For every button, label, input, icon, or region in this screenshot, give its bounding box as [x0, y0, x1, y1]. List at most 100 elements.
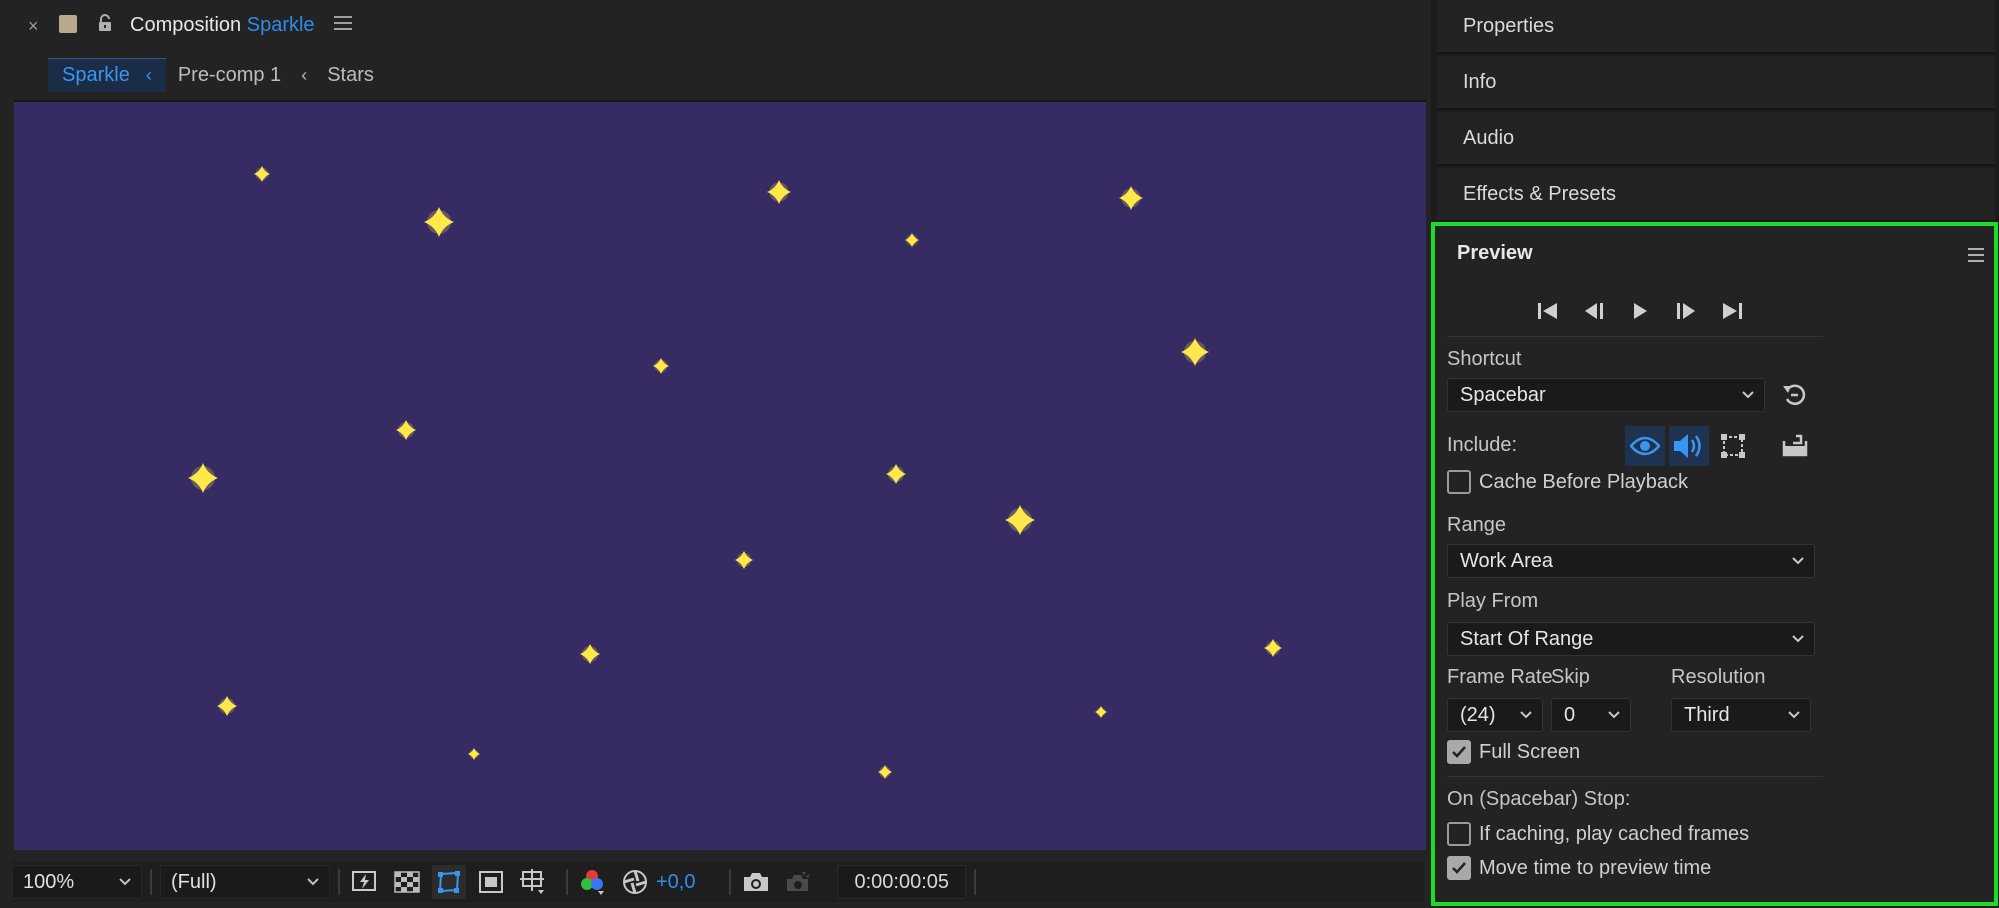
range-dropdown[interactable]: Work Area [1447, 544, 1815, 578]
show-snapshot-icon[interactable] [781, 865, 815, 899]
region-of-interest-icon[interactable] [474, 865, 508, 899]
play-from-label: Play From [1447, 590, 1539, 612]
toolbar-divider [729, 869, 732, 895]
star-sparkle [653, 358, 669, 374]
frame-rate-dropdown[interactable]: (24) [1447, 698, 1543, 732]
play-from-value: Start Of Range [1460, 627, 1594, 650]
skip-dropdown[interactable]: 0 [1551, 698, 1631, 732]
composition-panel: × Composition Sparkle Sparkle ‹ Pre-comp… [0, 0, 1431, 908]
cache-before-playback-checkbox[interactable]: Cache Before Playback [1447, 470, 1688, 494]
chevron-down-icon [1608, 711, 1620, 719]
composition-panel-header: × Composition Sparkle [0, 0, 1431, 52]
composition-title-name: Sparkle [246, 14, 315, 36]
checkbox-box[interactable] [1447, 856, 1471, 880]
full-screen-checkbox[interactable]: Full Screen [1447, 740, 1580, 764]
breadcrumb-label: Pre-comp 1 [177, 63, 282, 86]
chevron-left-icon: ‹ [145, 65, 152, 85]
lock-icon[interactable] [96, 13, 114, 33]
include-overlays-icon[interactable] [1713, 426, 1753, 466]
channels-icon[interactable] [576, 865, 610, 899]
panel-tab-label: Properties [1463, 14, 1555, 37]
first-frame-button[interactable] [1525, 296, 1571, 326]
magnification-dropdown[interactable]: 100% [12, 865, 142, 899]
include-video-eye-icon[interactable] [1625, 426, 1665, 466]
breadcrumb-stars[interactable]: Stars [315, 58, 386, 92]
star-sparkle [1264, 639, 1282, 657]
resolution-dropdown[interactable]: (Full) [160, 865, 330, 899]
chevron-down-icon [119, 878, 131, 886]
reset-shortcut-icon[interactable] [1775, 375, 1815, 415]
chevron-down-icon [1792, 557, 1804, 565]
current-time-value: 0:00:00:05 [854, 870, 950, 893]
star-sparkle [396, 420, 416, 440]
checkbox-box[interactable] [1447, 470, 1471, 494]
star-sparkle [424, 207, 454, 237]
external-video-icon[interactable] [1775, 426, 1815, 466]
panel-menu-icon[interactable] [1968, 248, 1984, 266]
snapshot-camera-icon[interactable] [739, 865, 773, 899]
breadcrumb-label: Sparkle [62, 64, 130, 86]
chevron-down-icon [1792, 635, 1804, 643]
star-sparkle [735, 551, 753, 569]
composition-color-swatch[interactable] [59, 15, 77, 33]
shortcut-value: Spacebar [1460, 383, 1546, 406]
checkbox-label: If caching, play cached frames [1479, 822, 1750, 845]
panel-tab-effects-presets[interactable]: Effects & Presets [1437, 168, 1995, 222]
transparency-grid-icon[interactable] [390, 865, 424, 899]
previous-frame-button[interactable] [1571, 296, 1617, 326]
star-sparkle [905, 233, 919, 247]
star-sparkle [878, 765, 892, 779]
range-value: Work Area [1460, 549, 1553, 572]
frame-rate-value: (24) [1460, 703, 1496, 726]
star-sparkle [580, 644, 600, 664]
range-label: Range [1447, 514, 1506, 536]
move-time-to-preview-checkbox[interactable]: Move time to preview time [1447, 856, 1711, 880]
chevron-down-icon [1742, 391, 1754, 399]
grid-guides-icon[interactable] [516, 865, 550, 899]
resolution-value: Third [1684, 703, 1730, 726]
toolbar-divider [150, 869, 152, 895]
star-sparkle [767, 180, 791, 204]
breadcrumb-pre-comp-1[interactable]: Pre-comp 1 [166, 58, 293, 92]
include-audio-speaker-icon[interactable] [1669, 426, 1709, 466]
play-from-dropdown[interactable]: Start Of Range [1447, 622, 1815, 656]
divider [1447, 336, 1823, 337]
play-button[interactable] [1617, 296, 1663, 326]
toolbar-divider [338, 869, 340, 895]
toolbar-divider [974, 869, 977, 895]
checkbox-label: Full Screen [1479, 740, 1581, 763]
panel-tab-audio[interactable]: Audio [1437, 112, 1995, 166]
checkbox-box[interactable] [1447, 740, 1471, 764]
exposure-value[interactable]: +0,0 [656, 871, 695, 894]
breadcrumb-label: Stars [327, 63, 374, 86]
include-label: Include: [1447, 434, 1518, 456]
composition-viewer[interactable] [14, 100, 1426, 850]
panel-tab-properties[interactable]: Properties [1437, 0, 1995, 54]
next-frame-button[interactable] [1663, 296, 1709, 326]
toolbar-divider [566, 869, 568, 895]
fast-previews-icon[interactable] [348, 865, 382, 899]
current-time-display[interactable]: 0:00:00:05 [837, 865, 967, 899]
star-sparkle [468, 748, 480, 760]
shortcut-dropdown[interactable]: Spacebar [1447, 378, 1765, 412]
panel-tab-label: Info [1463, 70, 1497, 93]
preview-panel: Preview Shortcut Spacebar Include: Cache… [1431, 222, 1998, 906]
last-frame-button[interactable] [1709, 296, 1755, 326]
if-caching-play-cached-checkbox[interactable]: If caching, play cached frames [1447, 822, 1749, 846]
panel-menu-icon[interactable] [334, 16, 352, 32]
chevron-down-icon [1520, 711, 1532, 719]
preview-panel-title: Preview [1457, 242, 1533, 264]
close-panel-icon[interactable]: × [28, 16, 39, 37]
resolution-dropdown[interactable]: Third [1671, 698, 1811, 732]
chevron-left-icon: ‹ [301, 64, 308, 85]
exposure-reset-icon[interactable] [618, 865, 652, 899]
skip-value: 0 [1564, 703, 1576, 726]
chevron-down-icon [1788, 711, 1800, 719]
checkbox-label: Move time to preview time [1479, 856, 1712, 879]
composition-breadcrumb: Sparkle ‹ Pre-comp 1 ‹ Stars [12, 55, 1422, 95]
mask-path-visibility-icon[interactable] [432, 865, 466, 899]
breadcrumb-sparkle[interactable]: Sparkle ‹ [48, 58, 166, 92]
star-sparkle [1119, 186, 1143, 210]
checkbox-box[interactable] [1447, 822, 1471, 846]
panel-tab-info[interactable]: Info [1437, 56, 1995, 110]
